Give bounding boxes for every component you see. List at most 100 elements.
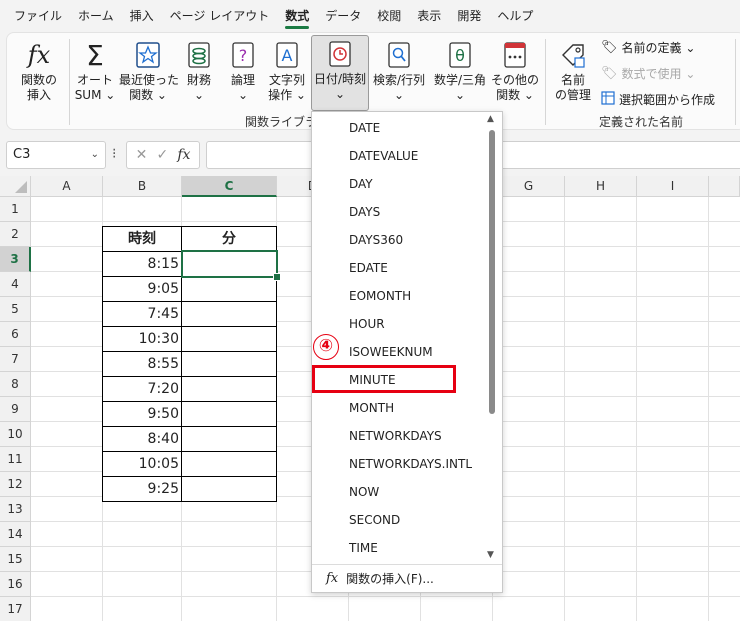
menu-scrollbar[interactable]: ▲ ▼ xyxy=(486,114,498,566)
time-cell[interactable]: 7:45 xyxy=(102,301,182,327)
menu-item-networkdays[interactable]: NETWORKDAYS xyxy=(312,422,484,450)
column-header-c[interactable]: C xyxy=(182,176,277,197)
menu-item-networkdays-intl[interactable]: NETWORKDAYS.INTL xyxy=(312,450,484,478)
minute-cell[interactable] xyxy=(181,376,277,402)
row-header[interactable]: 1 xyxy=(0,197,31,222)
tab-help[interactable]: ヘルプ xyxy=(489,0,541,32)
time-cell[interactable]: 8:55 xyxy=(102,351,182,377)
name-manager-button[interactable]: 名前 の管理 xyxy=(551,37,595,107)
menu-item-datevalue[interactable]: DATEVALUE xyxy=(312,142,484,170)
row-header[interactable]: 14 xyxy=(0,522,31,547)
menu-item-edate[interactable]: EDATE xyxy=(312,254,484,282)
use-in-formula-button[interactable]: 🏷 数式で使用 ⌄ xyxy=(601,65,695,82)
lookup-functions-button[interactable]: 検索/行列 ⌄ xyxy=(371,37,427,107)
scrollbar-thumb[interactable] xyxy=(489,130,495,414)
autosum-button[interactable]: Σ オート SUM ⌄ xyxy=(73,37,117,107)
minute-cell[interactable] xyxy=(181,476,277,502)
time-cell[interactable]: 8:15 xyxy=(102,251,182,277)
minute-cell[interactable] xyxy=(181,301,277,327)
financial-button[interactable]: 財務 ⌄ xyxy=(179,37,219,107)
more-functions-button[interactable]: その他の 関数 ⌄ xyxy=(491,37,539,107)
recent-functions-button[interactable]: 最近使った 関数 ⌄ xyxy=(119,37,179,107)
menu-item-days360[interactable]: DAYS360 xyxy=(312,226,484,254)
row-header[interactable]: 12 xyxy=(0,472,31,497)
more-vertical-icon[interactable]: ⁝ xyxy=(112,146,116,162)
ribbon-separator xyxy=(69,39,70,125)
time-cell[interactable]: 9:05 xyxy=(102,276,182,302)
select-all-button[interactable] xyxy=(0,176,31,197)
tab-formulas[interactable]: 数式 xyxy=(277,0,317,32)
menu-item-hour[interactable]: HOUR xyxy=(312,310,484,338)
table-header-time[interactable]: 時刻 xyxy=(102,226,182,252)
confirm-icon[interactable]: ✓ xyxy=(156,147,168,163)
minute-cell[interactable] xyxy=(181,276,277,302)
menu-item-month[interactable]: MONTH xyxy=(312,394,484,422)
menu-item-eomonth[interactable]: EOMONTH xyxy=(312,282,484,310)
tab-view[interactable]: 表示 xyxy=(409,0,449,32)
row-header[interactable]: 4 xyxy=(0,272,31,297)
tag-small-icon: 🏷 xyxy=(601,40,618,55)
time-cell[interactable]: 7:20 xyxy=(102,376,182,402)
row-header[interactable]: 11 xyxy=(0,447,31,472)
insert-function-button[interactable]: fx 関数の 挿入 xyxy=(13,37,65,107)
column-header-b[interactable]: B xyxy=(103,176,182,197)
row-header[interactable]: 17 xyxy=(0,597,31,621)
tab-data[interactable]: データ xyxy=(317,0,369,32)
time-cell[interactable]: 9:50 xyxy=(102,401,182,427)
column-header-a[interactable]: A xyxy=(31,176,103,197)
row-header[interactable]: 16 xyxy=(0,572,31,597)
name-box[interactable]: C3 ⌄ xyxy=(6,141,106,169)
ribbon-separator xyxy=(735,39,736,125)
menu-item-date[interactable]: DATE xyxy=(312,114,484,142)
menu-item-now[interactable]: NOW xyxy=(312,478,484,506)
minute-cell[interactable] xyxy=(181,451,277,477)
create-from-selection-button[interactable]: 選択範囲から作成 xyxy=(601,91,715,108)
menu-item-day[interactable]: DAY xyxy=(312,170,484,198)
text-functions-button[interactable]: A 文字列 操作 ⌄ xyxy=(265,37,309,107)
menu-insert-function[interactable]: fx 関数の挿入(F)... xyxy=(312,565,502,593)
tab-insert[interactable]: 挿入 xyxy=(122,0,162,32)
row-header[interactable]: 9 xyxy=(0,397,31,422)
chevron-down-icon[interactable]: ⌄ xyxy=(91,142,99,168)
row-header[interactable]: 3 xyxy=(0,247,31,272)
time-cell[interactable]: 9:25 xyxy=(102,476,182,502)
column-header-h[interactable]: H xyxy=(565,176,637,197)
row-header[interactable]: 5 xyxy=(0,297,31,322)
excel-window: ファイル ホーム 挿入 ページ レイアウト 数式 データ 校閲 表示 開発 ヘル… xyxy=(0,0,740,621)
column-header-i[interactable]: I xyxy=(637,176,709,197)
tab-file[interactable]: ファイル xyxy=(6,0,70,32)
tab-home[interactable]: ホーム xyxy=(70,0,122,32)
minute-cell[interactable] xyxy=(181,351,277,377)
menu-item-second[interactable]: SECOND xyxy=(312,506,484,534)
minute-cell[interactable] xyxy=(181,401,277,427)
row-header[interactable]: 2 xyxy=(0,222,31,247)
insert-function-icon[interactable]: fx xyxy=(177,147,190,163)
minute-cell[interactable] xyxy=(181,426,277,452)
scroll-up-icon[interactable]: ▲ xyxy=(487,114,494,124)
time-cell[interactable]: 10:30 xyxy=(102,326,182,352)
menu-item-days[interactable]: DAYS xyxy=(312,198,484,226)
logical-button[interactable]: ? 論理 ⌄ xyxy=(223,37,263,107)
row-header[interactable]: 7 xyxy=(0,347,31,372)
column-header-g[interactable]: G xyxy=(493,176,565,197)
row-header[interactable]: 13 xyxy=(0,497,31,522)
row-header[interactable]: 15 xyxy=(0,547,31,572)
menu-item-time[interactable]: TIME xyxy=(312,534,484,562)
cancel-icon[interactable]: ✕ xyxy=(136,147,148,163)
table-header-minute[interactable]: 分 xyxy=(181,226,277,252)
math-functions-button[interactable]: θ 数学/三角 ⌄ xyxy=(431,37,489,107)
time-cell[interactable]: 10:05 xyxy=(102,451,182,477)
scroll-down-icon[interactable]: ▼ xyxy=(487,550,494,560)
tab-developer[interactable]: 開発 xyxy=(449,0,489,32)
minute-cell[interactable] xyxy=(181,326,277,352)
row-header[interactable]: 8 xyxy=(0,372,31,397)
row-header[interactable]: 6 xyxy=(0,322,31,347)
time-cell[interactable]: 8:40 xyxy=(102,426,182,452)
active-cell-c3[interactable] xyxy=(181,250,281,281)
tab-page-layout[interactable]: ページ レイアウト xyxy=(162,0,278,32)
tab-review[interactable]: 校閲 xyxy=(369,0,409,32)
column-header-j[interactable] xyxy=(709,176,740,197)
row-header[interactable]: 10 xyxy=(0,422,31,447)
define-name-button[interactable]: 🏷 名前の定義 ⌄ xyxy=(601,39,695,56)
datetime-functions-button[interactable]: 日付/時刻 ⌄ xyxy=(311,35,369,111)
